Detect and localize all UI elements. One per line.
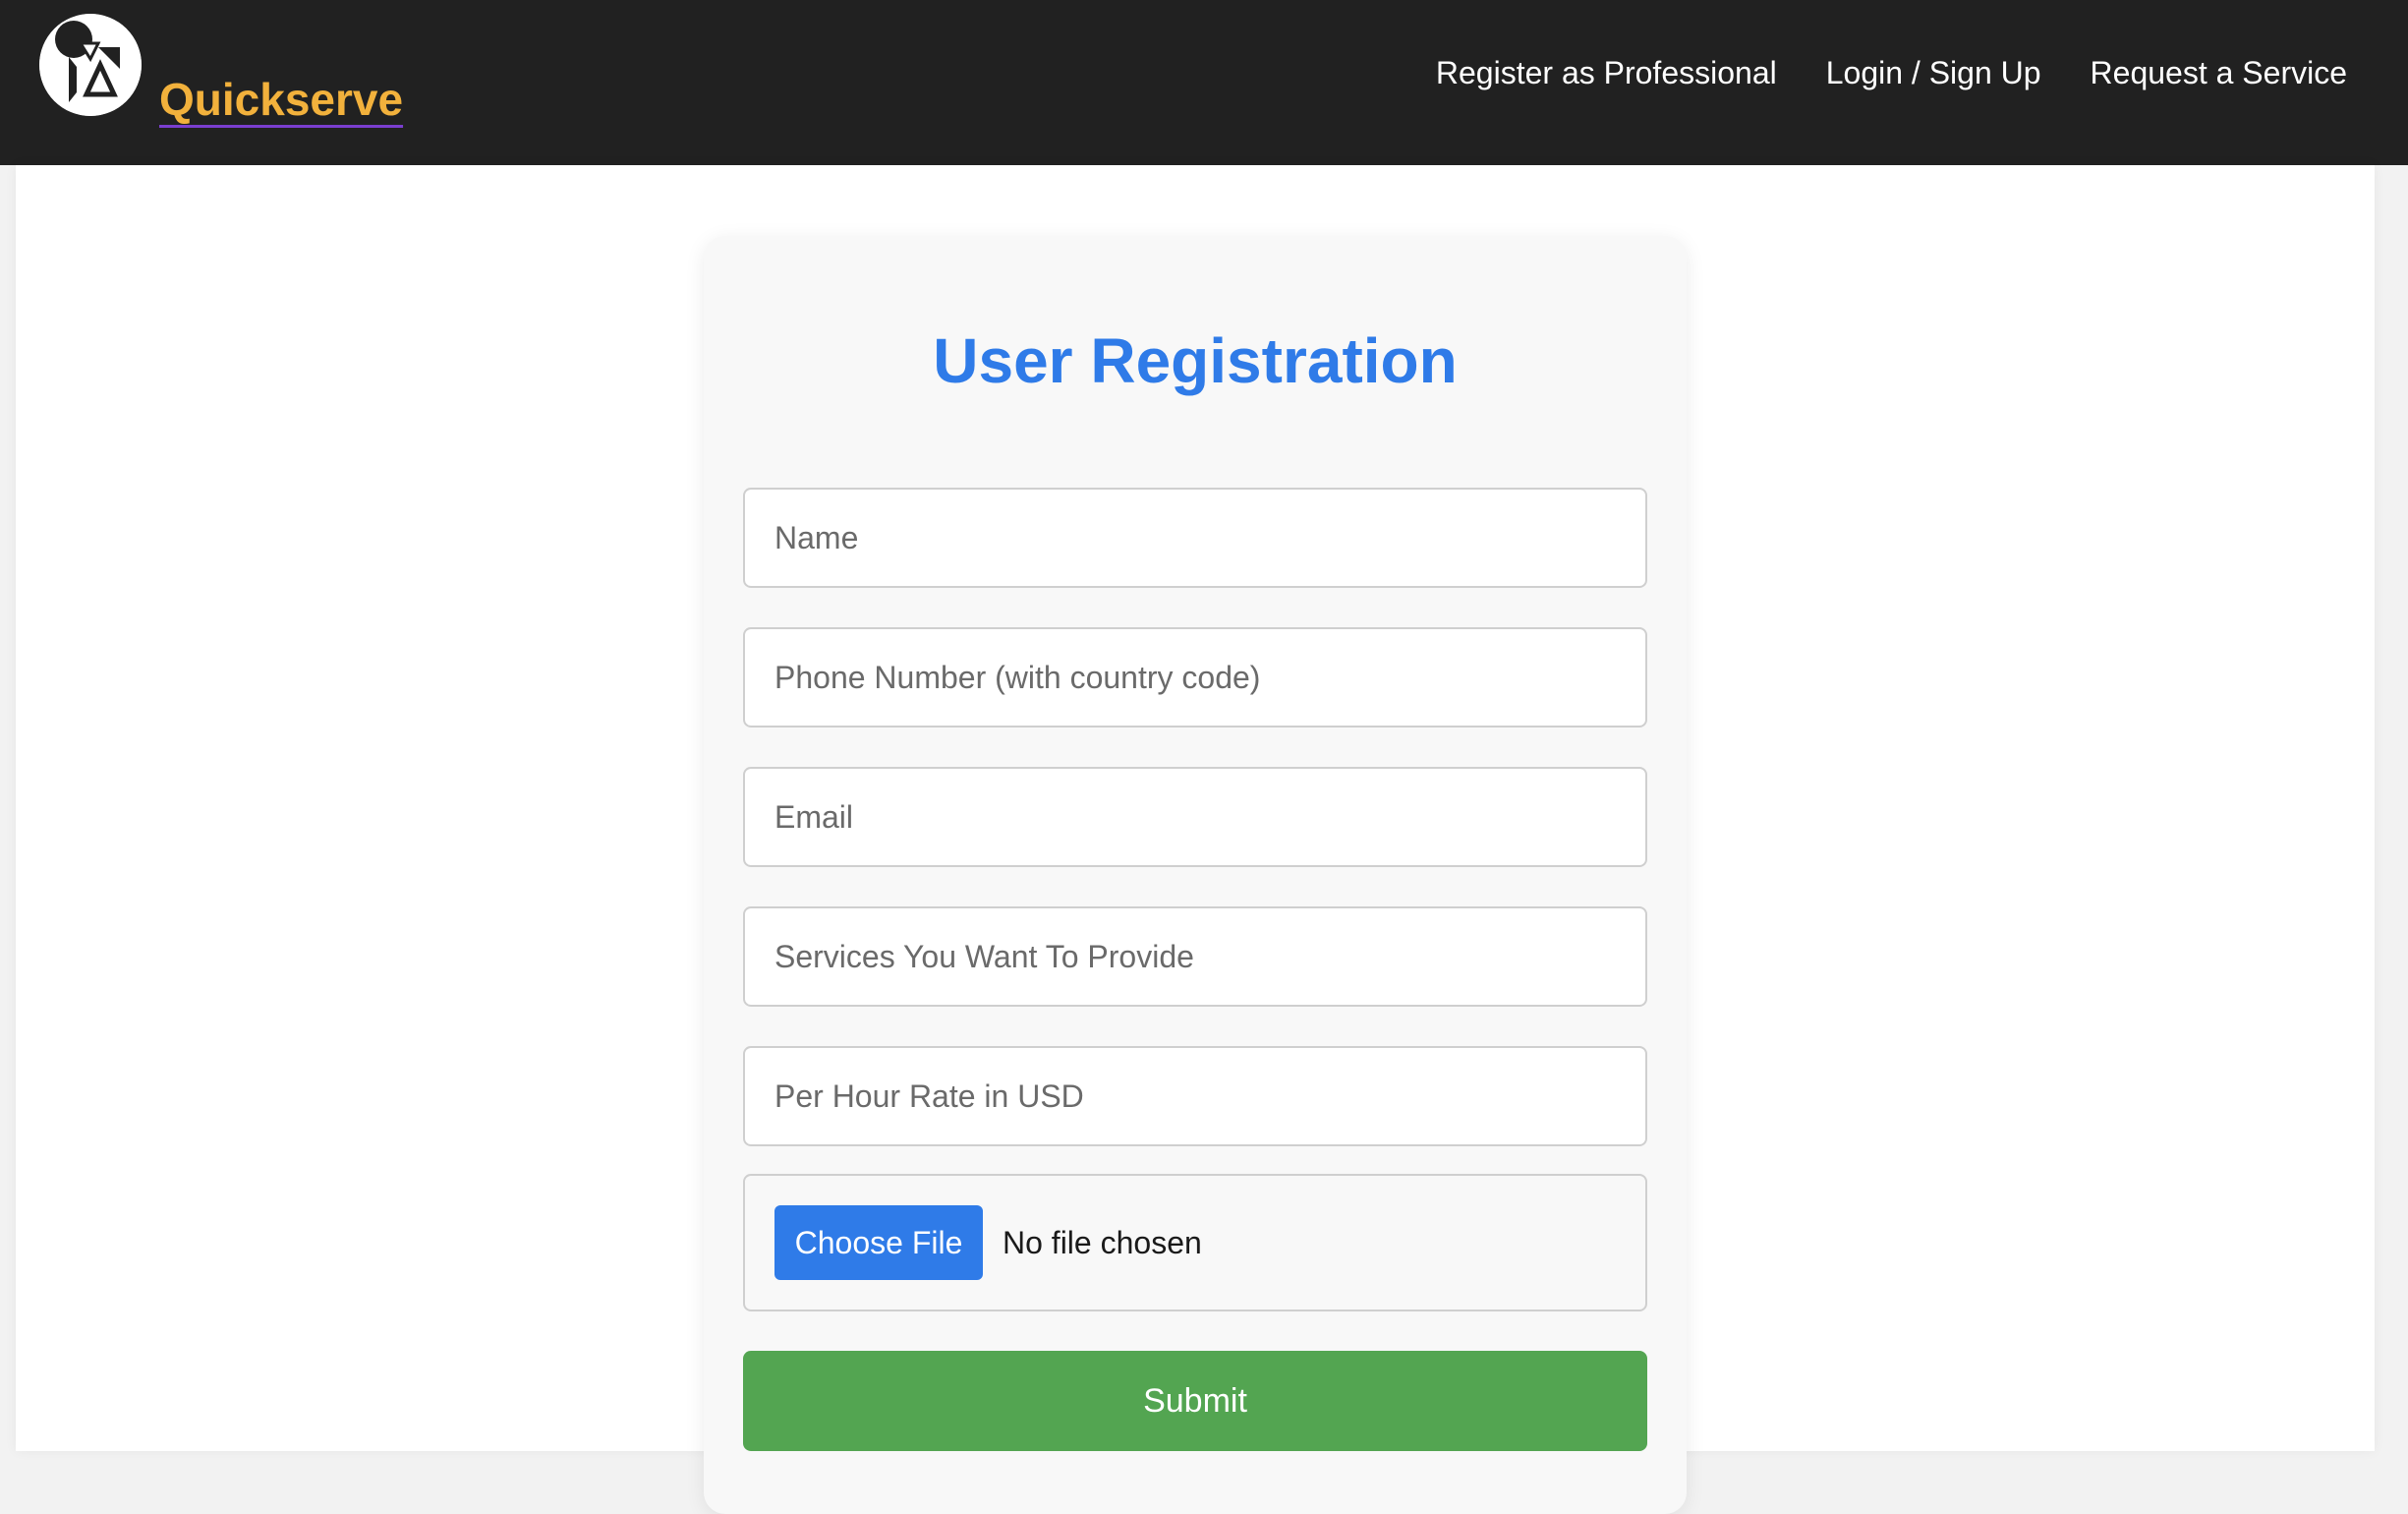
- choose-file-button[interactable]: Choose File: [774, 1205, 983, 1280]
- services-input[interactable]: [743, 906, 1647, 1007]
- email-input[interactable]: [743, 767, 1647, 867]
- quickserve-logo-icon[interactable]: [39, 14, 142, 116]
- nav-links: Register as Professional Login / Sign Up…: [1436, 55, 2347, 91]
- registration-card: User Registration Choose File No file ch…: [704, 236, 1687, 1514]
- nav-request-service-link[interactable]: Request a Service: [2091, 55, 2347, 91]
- file-status-text: No file chosen: [1003, 1225, 1202, 1260]
- brand-name-link[interactable]: Quickserve: [159, 73, 403, 126]
- page-content: User Registration Choose File No file ch…: [16, 165, 2375, 1514]
- file-upload-field: Choose File No file chosen: [743, 1174, 1647, 1311]
- top-navbar: Quickserve Register as Professional Logi…: [0, 0, 2408, 165]
- name-input[interactable]: [743, 488, 1647, 588]
- nav-register-professional-link[interactable]: Register as Professional: [1436, 55, 1777, 91]
- brand[interactable]: Quickserve: [39, 14, 403, 125]
- phone-input[interactable]: [743, 627, 1647, 728]
- nav-login-signup-link[interactable]: Login / Sign Up: [1826, 55, 2041, 91]
- submit-button[interactable]: Submit: [743, 1351, 1647, 1451]
- hourly-rate-input[interactable]: [743, 1046, 1647, 1146]
- page-title: User Registration: [933, 325, 1458, 396]
